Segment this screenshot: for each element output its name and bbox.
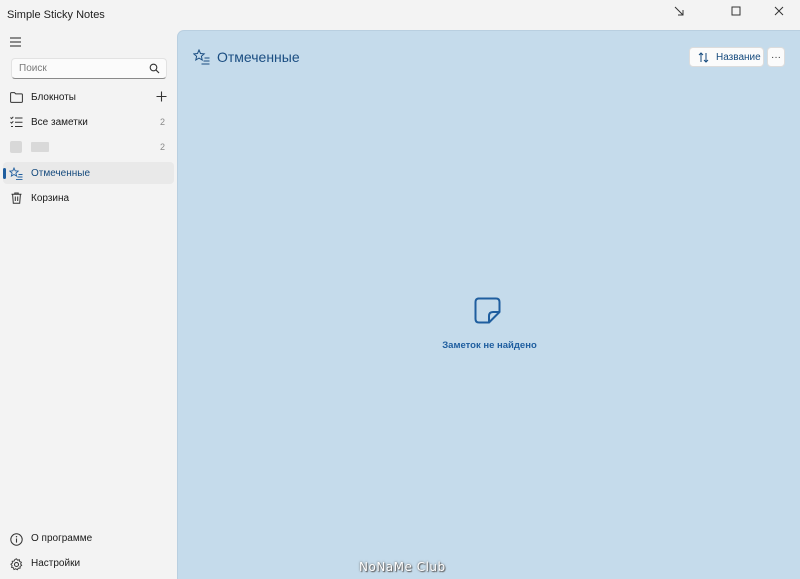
sidebar-item-label: Корзина [31, 192, 70, 204]
search-input[interactable] [12, 63, 142, 74]
hamburger-icon [10, 37, 21, 47]
main-panel: Отмеченные Название ··· Заметок не найде… [177, 30, 800, 579]
empty-state-text: Заметок не найдено [442, 340, 537, 351]
sidebar-item-trash[interactable]: Корзина [3, 187, 174, 209]
redacted-label [31, 142, 49, 152]
sort-icon [698, 51, 709, 63]
close-button[interactable] [764, 0, 794, 22]
sidebar-item-label: Все заметки [31, 116, 88, 128]
trash-icon [9, 191, 23, 205]
window-controls [664, 0, 800, 30]
compact-overlay-button[interactable] [664, 0, 694, 22]
watermark: NoNaMe Club [359, 560, 446, 574]
maximize-button[interactable] [721, 0, 751, 22]
arrow-down-right-icon [674, 6, 684, 16]
sidebar-item-notebook[interactable]: 2 [3, 136, 174, 158]
add-notebook-button[interactable] [155, 90, 168, 103]
gear-icon [9, 557, 23, 571]
sidebar-item-label: Отмеченные [31, 167, 91, 179]
notebook-icon [9, 140, 23, 154]
more-icon: ··· [771, 51, 781, 63]
close-icon [774, 6, 784, 16]
plus-icon [156, 91, 167, 102]
title-bar: Simple Sticky Notes [0, 0, 800, 30]
note-count: 2 [159, 142, 165, 152]
search-icon[interactable] [149, 63, 160, 74]
menu-button[interactable] [7, 33, 25, 51]
sidebar-item-starred[interactable]: Отмеченные [3, 162, 174, 184]
maximize-icon [731, 6, 741, 16]
sidebar-item-label: Блокноты [31, 91, 76, 103]
sidebar-item-all-notes[interactable]: Все заметки 2 [3, 111, 174, 133]
note-count: 2 [159, 117, 165, 127]
app-title: Simple Sticky Notes [7, 9, 105, 21]
sort-label: Название [716, 51, 761, 63]
sidebar-item-settings[interactable]: Настройки [3, 553, 174, 575]
star-list-icon [193, 49, 210, 65]
search-box[interactable] [11, 58, 167, 79]
sticky-note-icon [474, 297, 501, 324]
more-options-button[interactable]: ··· [767, 47, 785, 67]
star-list-icon [9, 166, 23, 180]
sidebar-item-label: О программе [31, 533, 93, 544]
folder-icon [9, 90, 23, 104]
sidebar: Блокноты Все заметки 2 2 Отмеченные Корз… [0, 30, 177, 579]
checklist-icon [9, 115, 23, 129]
sort-button[interactable]: Название [689, 47, 764, 67]
page-title: Отмеченные [217, 49, 300, 65]
info-icon [9, 532, 23, 546]
sidebar-item-notebooks[interactable]: Блокноты [3, 86, 174, 108]
sidebar-item-about[interactable]: О программе [3, 528, 174, 550]
sidebar-item-label: Настройки [31, 558, 81, 569]
